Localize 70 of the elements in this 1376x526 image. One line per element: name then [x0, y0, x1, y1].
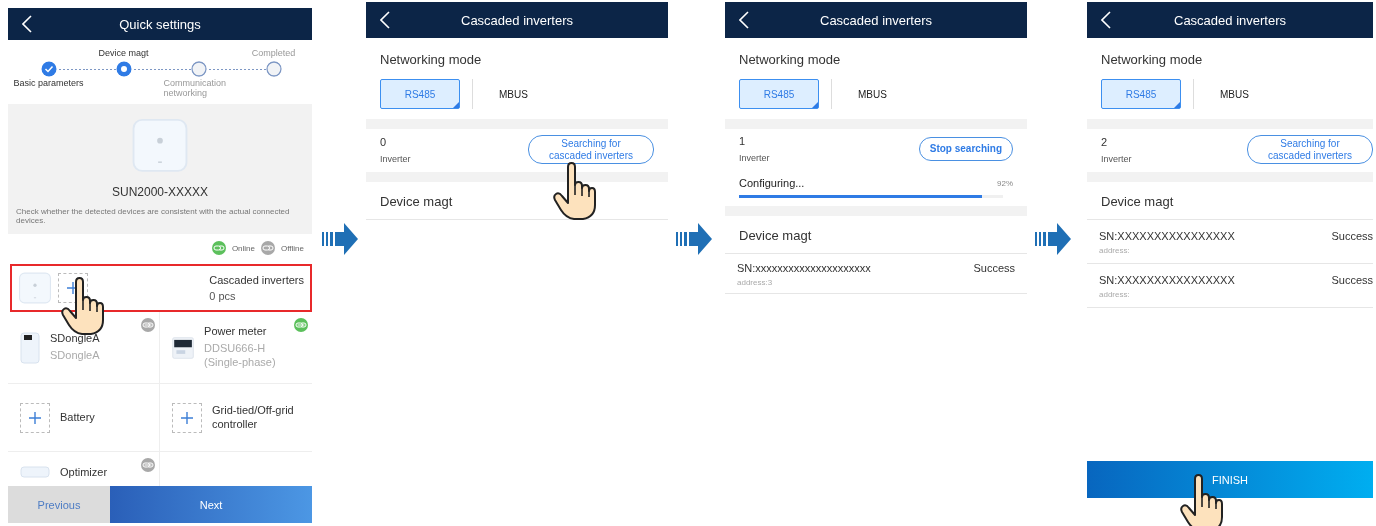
back-icon[interactable]: [739, 11, 749, 29]
step-label: Basic parameters: [13, 78, 84, 88]
screen-title: Quick settings: [119, 16, 201, 32]
count-text: 0 pcs: [209, 290, 237, 302]
section-title: Device magt: [1087, 182, 1373, 220]
device-label: Power meter: [204, 325, 268, 340]
progress-label: Configuring...: [739, 177, 805, 189]
device-label: Optimizer: [60, 466, 108, 480]
count-label: Inverter: [380, 153, 411, 164]
back-icon[interactable]: [22, 15, 32, 33]
serial-number: SN:xxxxxxxxxxxxxxxxxxxxx: [737, 262, 871, 274]
mode-option[interactable]: RS485: [380, 79, 460, 109]
next-button[interactable]: Next: [110, 486, 312, 523]
address-text: address:: [1099, 290, 1131, 299]
serial-number: SN:XXXXXXXXXXXXXXXX: [1099, 274, 1235, 286]
section-title: Device magt: [366, 182, 668, 220]
search-button[interactable]: Searching for cascaded inverters: [1247, 135, 1373, 164]
back-icon[interactable]: [380, 11, 390, 29]
dongle-icon: [20, 331, 40, 364]
device-label: Battery: [60, 410, 95, 425]
inverter-count: 2: [1101, 135, 1109, 148]
legend-label: Offline: [281, 243, 304, 253]
finish-button[interactable]: FINISH: [1087, 461, 1373, 498]
screen-title: Cascaded inverters: [461, 12, 573, 28]
section-title: Networking mode: [739, 52, 842, 67]
row-title: Cascaded inverters: [209, 274, 304, 286]
next-arrow-icon: [322, 222, 358, 256]
inverter-count: 0: [380, 135, 388, 148]
device-model: DDSU666-H (Single-phase): [204, 342, 277, 370]
mode-option[interactable]: MBUS: [472, 79, 554, 109]
status-text: Success: [1331, 230, 1373, 242]
section-title: Device magt: [725, 216, 1027, 254]
serial-number: SN:XXXXXXXXXXXXXXXX: [1099, 230, 1235, 242]
status-text: Success: [973, 262, 1015, 274]
address-text: address:: [1099, 246, 1131, 255]
progress-reading: 92%: [997, 178, 1013, 188]
next-arrow-icon: [676, 222, 712, 256]
step-label: Completed: [251, 48, 296, 58]
mode-option[interactable]: MBUS: [1193, 79, 1275, 109]
address-text: address:3: [737, 278, 774, 287]
next-arrow-icon: [1035, 222, 1071, 256]
add-button[interactable]: [20, 402, 50, 433]
status-text: Success: [1331, 274, 1373, 286]
plus-icon: [181, 411, 193, 424]
count-label: Inverter: [739, 153, 770, 163]
search-button[interactable]: Searching for cascaded inverters: [528, 135, 654, 164]
inverter-count: 1: [739, 135, 747, 147]
screen-title: Cascaded inverters: [1174, 12, 1286, 28]
step-label: Communication networking: [163, 78, 228, 98]
device-label: Grid-tied/Off-grid controller: [212, 403, 295, 432]
back-icon[interactable]: [1101, 11, 1111, 29]
plus-icon: [29, 411, 41, 424]
section-title: Networking mode: [380, 52, 483, 67]
section-title: Networking mode: [1101, 52, 1204, 67]
device-icon: [20, 466, 50, 478]
mode-option[interactable]: RS485: [1101, 79, 1181, 109]
inverter-drawing: [130, 118, 190, 173]
device-name: SUN2000-XXXXX: [111, 184, 208, 199]
mode-option[interactable]: RS485: [739, 79, 819, 109]
legend-label: Online: [231, 243, 255, 253]
count-label: Inverter: [1101, 153, 1132, 164]
add-button[interactable]: [172, 402, 202, 433]
screen-title: Cascaded inverters: [820, 12, 932, 28]
device-label: SDongleA: [50, 332, 100, 346]
hint-text: Check whether the detected devices are consistent with the actual connected devices.: [16, 206, 291, 226]
device-model: SDongleA: [50, 349, 100, 363]
inverter-drawing: [18, 272, 52, 304]
step-label: Device magt: [98, 48, 149, 58]
mode-option[interactable]: MBUS: [831, 79, 913, 109]
previous-button[interactable]: Previous: [8, 486, 110, 523]
